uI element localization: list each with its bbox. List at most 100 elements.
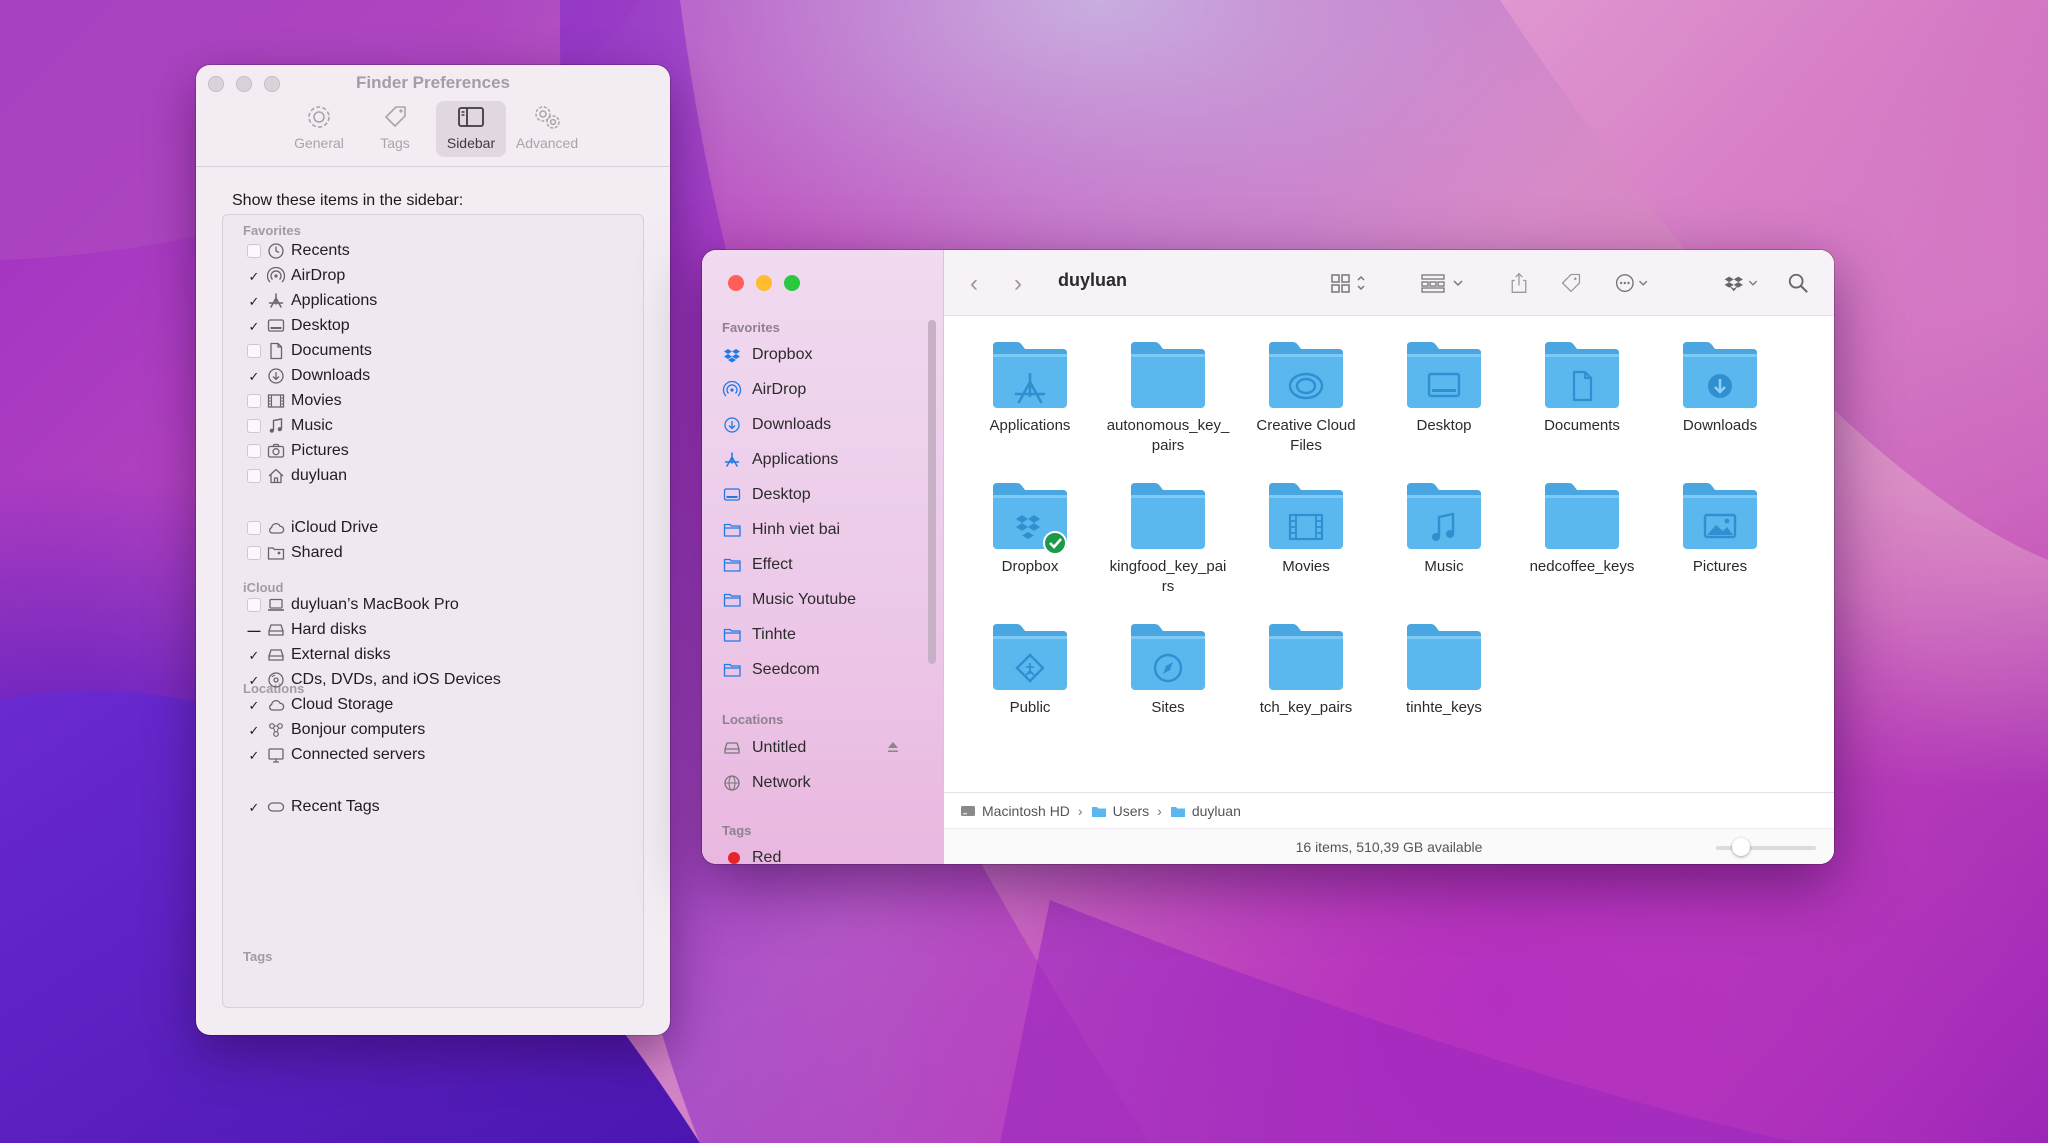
sidebar-pref-row[interactable]: Shared bbox=[247, 541, 343, 565]
sidebar-item-airdrop[interactable]: AirDrop bbox=[722, 378, 806, 402]
checkbox[interactable] bbox=[247, 419, 261, 433]
tab-tags[interactable]: Tags bbox=[360, 101, 430, 157]
file-item[interactable]: Desktop bbox=[1378, 338, 1510, 436]
sidebar-pref-row[interactable]: ✓ External disks bbox=[247, 643, 391, 667]
file-item[interactable]: nedcoffee_keys bbox=[1516, 479, 1648, 577]
tags-button[interactable] bbox=[1558, 270, 1584, 296]
path-crumb-macintosh-hd[interactable]: Macintosh HD bbox=[960, 803, 1070, 819]
file-item[interactable]: kingfood_key_pai rs bbox=[1102, 479, 1234, 597]
path-crumb-label: Macintosh HD bbox=[982, 802, 1070, 819]
checkbox[interactable]: ✓ bbox=[247, 369, 261, 383]
checkbox[interactable] bbox=[247, 394, 261, 408]
tab-advanced[interactable]: Advanced bbox=[512, 101, 582, 157]
file-item[interactable]: Movies bbox=[1240, 479, 1372, 577]
sidebar-pref-row[interactable]: ✓ Recent Tags bbox=[247, 795, 380, 819]
folder-icon bbox=[723, 593, 741, 607]
checkbox[interactable] bbox=[247, 598, 261, 612]
checkbox[interactable] bbox=[247, 521, 261, 535]
sidebar-item-label: Tinhte bbox=[752, 626, 796, 643]
path-crumb-users[interactable]: Users bbox=[1091, 803, 1149, 819]
file-item[interactable]: Music bbox=[1378, 479, 1510, 577]
sidebar-item-applications[interactable]: Applications bbox=[722, 448, 838, 472]
sidebar-pref-row[interactable]: Movies bbox=[247, 389, 342, 413]
forward-button[interactable]: › bbox=[1014, 270, 1022, 298]
back-button[interactable]: ‹ bbox=[970, 270, 978, 298]
checkbox[interactable]: — bbox=[247, 623, 261, 637]
dropbox-menu-button[interactable] bbox=[1722, 270, 1762, 296]
sidebar-item-desktop[interactable]: Desktop bbox=[722, 483, 811, 507]
checkbox[interactable]: ✓ bbox=[247, 723, 261, 737]
file-item[interactable]: Public bbox=[964, 620, 1096, 718]
sidebar-pref-row[interactable]: Music bbox=[247, 414, 333, 438]
file-item[interactable]: Downloads bbox=[1654, 338, 1786, 436]
file-item[interactable]: tch_key_pairs bbox=[1240, 620, 1372, 718]
icon-size-slider[interactable] bbox=[1716, 838, 1816, 856]
file-item[interactable]: Applications bbox=[964, 338, 1096, 436]
sidebar-item-seedcom[interactable]: Seedcom bbox=[722, 658, 820, 682]
action-menu-button[interactable] bbox=[1612, 270, 1656, 296]
checkbox[interactable]: ✓ bbox=[247, 800, 261, 814]
sidebar-item-hinh-viet-bai[interactable]: Hinh viet bai bbox=[722, 518, 840, 542]
slider-knob[interactable] bbox=[1732, 838, 1750, 856]
zoom-button[interactable] bbox=[784, 275, 800, 291]
sidebar-pref-row[interactable]: ✓ Cloud Storage bbox=[247, 693, 394, 717]
search-button[interactable] bbox=[1786, 270, 1810, 296]
checkbox[interactable] bbox=[247, 244, 261, 258]
file-item[interactable]: tinhte_keys bbox=[1378, 620, 1510, 718]
view-mode-button[interactable] bbox=[1330, 270, 1374, 296]
sidebar-pref-row[interactable]: Recents bbox=[247, 239, 350, 263]
sidebar-item-tinhte[interactable]: Tinhte bbox=[722, 623, 796, 647]
path-crumb-duyluan[interactable]: duyluan bbox=[1170, 803, 1241, 819]
sidebar-item-music-youtube[interactable]: Music Youtube bbox=[722, 588, 856, 612]
file-item[interactable]: Creative Cloud Files bbox=[1240, 338, 1372, 456]
sidebar-item-tag-red[interactable]: Red bbox=[722, 846, 781, 864]
tab-general[interactable]: General bbox=[284, 101, 354, 157]
eject-icon[interactable] bbox=[886, 740, 900, 754]
sidebar-pref-row[interactable]: ✓ Bonjour computers bbox=[247, 718, 426, 742]
sidebar-pref-row[interactable]: ✓ Applications bbox=[247, 289, 378, 313]
sidebar-pref-label: Movies bbox=[291, 392, 342, 409]
file-item[interactable]: Sites bbox=[1102, 620, 1234, 718]
share-button[interactable] bbox=[1508, 270, 1530, 296]
sidebar-pref-row[interactable]: Pictures bbox=[247, 439, 349, 463]
file-item[interactable]: Dropbox bbox=[964, 479, 1096, 577]
sidebar-item-dropbox[interactable]: Dropbox bbox=[722, 343, 812, 367]
sidebar-item-untitled[interactable]: Untitled bbox=[722, 736, 806, 760]
checkbox[interactable]: ✓ bbox=[247, 294, 261, 308]
sidebar-pref-row[interactable]: ✓ Downloads bbox=[247, 364, 371, 388]
checkbox[interactable]: ✓ bbox=[247, 748, 261, 762]
sidebar-item-effect[interactable]: Effect bbox=[722, 553, 793, 577]
file-item[interactable]: Documents bbox=[1516, 338, 1648, 436]
folder-icon bbox=[993, 483, 1067, 553]
sidebar-pref-row[interactable]: ✓ Desktop bbox=[247, 314, 350, 338]
sidebar-pref-row[interactable]: duyluan bbox=[247, 464, 347, 488]
tab-sidebar[interactable]: Sidebar bbox=[436, 101, 506, 157]
group-button[interactable] bbox=[1420, 270, 1468, 296]
close-button[interactable] bbox=[728, 275, 744, 291]
sidebar-pref-row[interactable]: ✓ AirDrop bbox=[247, 264, 345, 288]
sidebar-item-downloads[interactable]: Downloads bbox=[722, 413, 831, 437]
checkbox[interactable]: ✓ bbox=[247, 673, 261, 687]
sidebar-pref-label: Recents bbox=[291, 242, 350, 259]
checkbox[interactable] bbox=[247, 546, 261, 560]
sidebar-scrollbar[interactable] bbox=[928, 320, 936, 664]
checkbox[interactable]: ✓ bbox=[247, 648, 261, 662]
checkbox[interactable] bbox=[247, 444, 261, 458]
home-folder-icon bbox=[1170, 806, 1185, 817]
sidebar-pref-row[interactable]: ✓ Connected servers bbox=[247, 743, 426, 767]
checkbox[interactable] bbox=[247, 469, 261, 483]
sidebar-pref-row[interactable]: ✓ CDs, DVDs, and iOS Devices bbox=[247, 668, 501, 692]
checkbox[interactable]: ✓ bbox=[247, 698, 261, 712]
sidebar-pref-row[interactable]: — Hard disks bbox=[247, 618, 367, 642]
sidebar-item-network[interactable]: Network bbox=[722, 771, 811, 795]
checkbox[interactable] bbox=[247, 344, 261, 358]
sidebar-pref-row[interactable]: duyluan’s MacBook Pro bbox=[247, 593, 459, 617]
file-item[interactable]: autonomous_key_ pairs bbox=[1102, 338, 1234, 456]
minimize-button[interactable] bbox=[756, 275, 772, 291]
checkbox[interactable]: ✓ bbox=[247, 269, 261, 283]
file-item[interactable]: Pictures bbox=[1654, 479, 1786, 577]
sidebar-pref-row[interactable]: iCloud Drive bbox=[247, 516, 378, 540]
sidebar-pref-label: duyluan’s MacBook Pro bbox=[291, 596, 459, 613]
checkbox[interactable]: ✓ bbox=[247, 319, 261, 333]
sidebar-pref-row[interactable]: Documents bbox=[247, 339, 372, 363]
